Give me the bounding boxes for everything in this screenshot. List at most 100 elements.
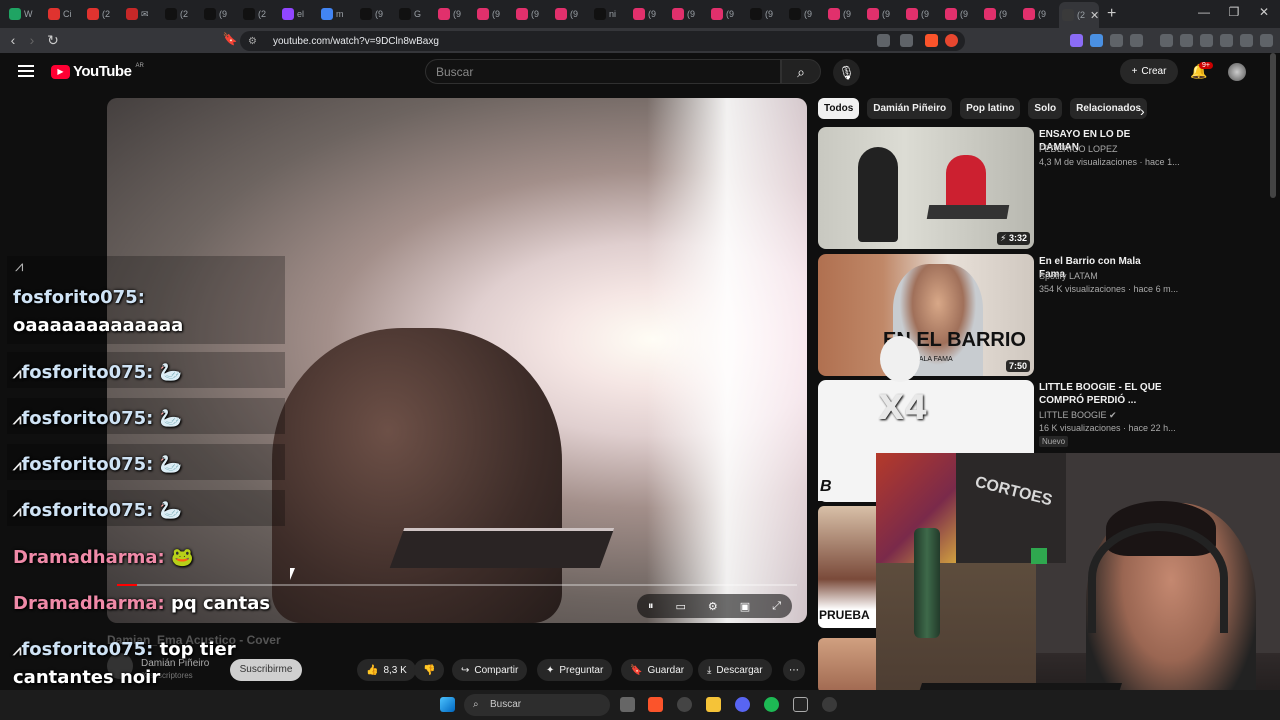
filter-chip[interactable]: Pop latino xyxy=(960,98,1021,119)
media-icon[interactable] xyxy=(1160,34,1173,47)
filter-chip[interactable]: Damián Piñeiro xyxy=(867,98,953,119)
filter-chip[interactable]: Relacionados xyxy=(1070,98,1148,119)
browser-tab[interactable]: Ci xyxy=(45,3,84,25)
chevron-right-icon[interactable]: › xyxy=(1140,103,1145,119)
browser-tab[interactable]: W xyxy=(6,3,45,25)
browser-tab[interactable]: (9 xyxy=(981,3,1020,25)
recommendation-channel[interactable]: LITTLE BOOGIE ✔ xyxy=(1039,410,1117,421)
browser-tab[interactable]: (9 xyxy=(903,3,942,25)
wallet-icon[interactable] xyxy=(1200,34,1213,47)
back-icon[interactable]: ‹ xyxy=(3,32,23,48)
browser-tab[interactable]: (9 xyxy=(357,3,396,25)
close-window-button[interactable]: ✕ xyxy=(1256,5,1272,19)
browser-tab[interactable]: (9 xyxy=(942,3,981,25)
extension-icon[interactable] xyxy=(1070,34,1083,47)
restore-button[interactable]: ❐ xyxy=(1226,5,1242,19)
side-thumbnail[interactable]: PRUEBA xyxy=(818,506,876,628)
dislike-button[interactable]: 👎 xyxy=(414,659,445,681)
task-view-icon[interactable] xyxy=(620,697,635,712)
filter-chip[interactable]: Todos xyxy=(818,98,860,119)
browser-tab[interactable]: (9 xyxy=(201,3,240,25)
recommendation-channel[interactable]: FEDERICO LOPEZ xyxy=(1039,144,1118,154)
extensions-puzzle-icon[interactable] xyxy=(1110,34,1123,47)
file-explorer-icon[interactable] xyxy=(706,697,721,712)
browser-tab[interactable]: (9 xyxy=(747,3,786,25)
recommendation-title[interactable]: LITTLE BOOGIE - EL QUE COMPRÓ PERDIÓ ... xyxy=(1039,381,1169,407)
github-icon[interactable] xyxy=(677,697,692,712)
user-avatar[interactable] xyxy=(1228,63,1246,81)
search-button[interactable]: ⌕ xyxy=(781,59,821,84)
browser-tab[interactable]: (2 ✕ xyxy=(1059,2,1099,28)
like-button[interactable]: 👍 8,3 K xyxy=(357,659,416,681)
extension-icon[interactable] xyxy=(1090,34,1103,47)
recommendation-channel[interactable]: Spotify LATAM xyxy=(1039,271,1098,281)
brave-rewards-icon[interactable] xyxy=(945,34,958,47)
browser-tab[interactable]: (9 xyxy=(825,3,864,25)
recommendation-item[interactable]: EN EL BARRIO MALA FAMA 7:50 En el Barrio… xyxy=(818,254,1178,376)
new-tab-button[interactable]: + xyxy=(1107,5,1123,23)
minimize-button[interactable]: — xyxy=(1196,5,1212,19)
browser-tab[interactable]: (2 xyxy=(84,3,123,25)
brave-shield-icon[interactable] xyxy=(925,34,938,47)
vpn-icon[interactable] xyxy=(1240,34,1253,47)
bookmark-icon[interactable]: 🔖 xyxy=(220,32,240,46)
voice-search-button[interactable]: 🎙 xyxy=(833,59,860,86)
settings-gear-icon[interactable]: ⚙ xyxy=(708,600,718,613)
davinci-icon[interactable] xyxy=(793,697,808,712)
share-button[interactable]: ↪ Compartir xyxy=(452,659,528,681)
browser-tab[interactable]: (9 xyxy=(435,3,474,25)
download-button[interactable]: ⤓ Descargar xyxy=(698,659,772,681)
cast-icon[interactable] xyxy=(877,34,890,47)
taskbar-search[interactable]: ⌕ Buscar xyxy=(464,694,610,716)
share-icon[interactable] xyxy=(900,34,913,47)
app-icon[interactable] xyxy=(822,697,837,712)
brave-browser-icon[interactable] xyxy=(648,697,663,712)
reload-icon[interactable]: ↻ xyxy=(43,32,63,49)
browser-tab[interactable]: ni xyxy=(591,3,630,25)
sidebar-icon[interactable] xyxy=(1180,34,1193,47)
browser-tab[interactable]: (9 xyxy=(669,3,708,25)
browser-tab[interactable]: m xyxy=(318,3,357,25)
browser-tab[interactable]: (9 xyxy=(630,3,669,25)
page-scrollbar[interactable] xyxy=(1270,53,1276,198)
side-thumbnail[interactable] xyxy=(818,638,876,693)
filter-chip[interactable]: Solo xyxy=(1028,98,1063,119)
windows-start-icon[interactable] xyxy=(440,697,455,712)
browser-tab[interactable]: ✉ xyxy=(123,3,162,25)
forward-icon[interactable]: › xyxy=(22,32,42,48)
hamburger-menu-icon[interactable] xyxy=(18,65,34,77)
more-actions-button[interactable]: ⋯ xyxy=(783,659,805,681)
side-thumbnail[interactable]: B xyxy=(818,453,876,501)
browser-tab[interactable]: el xyxy=(279,3,318,25)
leo-icon[interactable] xyxy=(1220,34,1233,47)
browser-tab[interactable]: (9 xyxy=(474,3,513,25)
browser-tab[interactable]: (9 xyxy=(708,3,747,25)
browser-tab[interactable]: (2 xyxy=(162,3,201,25)
pause-icon[interactable]: ⏸ xyxy=(648,600,654,613)
create-button[interactable]: + Crear xyxy=(1120,59,1178,84)
theater-mode-icon[interactable]: ▣ xyxy=(740,600,750,613)
chat-message: ⩘ fosforito075: 🦢 xyxy=(13,451,283,479)
browser-tab[interactable]: (9 xyxy=(1020,3,1059,25)
subtitles-icon[interactable]: ▭ xyxy=(676,600,686,613)
browser-tab[interactable]: (2 xyxy=(240,3,279,25)
save-button[interactable]: 🔖 Guardar xyxy=(621,659,694,681)
browser-tab[interactable]: (9 xyxy=(552,3,591,25)
youtube-logo[interactable]: ▶ YouTube AR xyxy=(51,63,144,80)
browser-tab[interactable]: (9 xyxy=(786,3,825,25)
discord-icon[interactable] xyxy=(735,697,750,712)
site-info-icon[interactable]: ⚙ xyxy=(248,36,257,47)
browser-tab[interactable]: (9 xyxy=(864,3,903,25)
search-input[interactable]: Buscar xyxy=(425,59,781,84)
tab-close-icon[interactable]: ✕ xyxy=(1090,9,1099,22)
spotify-icon[interactable] xyxy=(764,697,779,712)
browser-tab[interactable]: (9 xyxy=(513,3,552,25)
fullscreen-icon[interactable]: ⤢ xyxy=(772,600,781,613)
browser-tab[interactable]: G xyxy=(396,3,435,25)
menu-icon[interactable] xyxy=(1260,34,1273,47)
ask-button[interactable]: ✦ Preguntar xyxy=(537,659,613,681)
video-thumbnail[interactable]: ⚡ 3:32 xyxy=(818,127,1034,249)
address-bar[interactable]: ⚙ youtube.com/watch?v=9DCln8wBaxg xyxy=(240,31,965,51)
recommendation-item[interactable]: ⚡ 3:32 ENSAYO EN LO DE DAMIAN FEDERICO L… xyxy=(818,127,1180,249)
screenshot-icon[interactable] xyxy=(1130,34,1143,47)
